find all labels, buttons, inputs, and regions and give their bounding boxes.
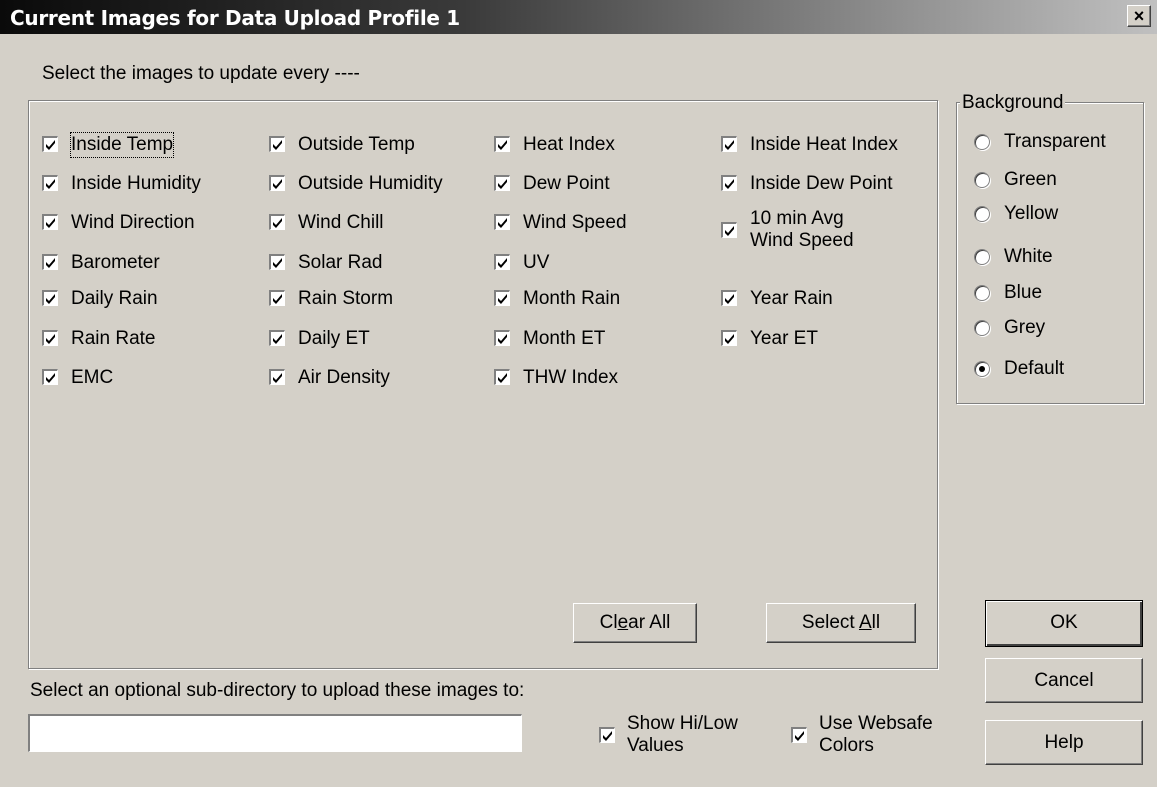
- checkbox-wind-speed[interactable]: Wind Speed: [494, 211, 627, 235]
- check-icon: [42, 214, 58, 230]
- cancel-button[interactable]: Cancel: [985, 658, 1143, 703]
- radio-circle-icon: [974, 285, 990, 301]
- radio-grey[interactable]: Grey: [974, 315, 1045, 341]
- clear-all-button[interactable]: Clear All: [573, 603, 697, 643]
- check-icon: [494, 254, 510, 270]
- checkbox-show-hilow-values[interactable]: Show Hi/Low Values: [599, 712, 738, 758]
- checkbox-daily-et[interactable]: Daily ET: [269, 327, 370, 351]
- radio-green[interactable]: Green: [974, 167, 1057, 193]
- checkbox-10min-avg-wind-speed[interactable]: 10 min Avg Wind Speed: [721, 207, 854, 253]
- checkbox-rain-rate[interactable]: Rain Rate: [42, 327, 156, 351]
- check-icon: [494, 136, 510, 152]
- checkbox-solar-rad[interactable]: Solar Rad: [269, 251, 383, 275]
- ok-button[interactable]: OK: [985, 600, 1143, 647]
- checkbox-wind-direction[interactable]: Wind Direction: [42, 211, 195, 235]
- checkbox-month-et[interactable]: Month ET: [494, 327, 605, 351]
- select-all-button[interactable]: Select All: [766, 603, 916, 643]
- check-icon: [721, 136, 737, 152]
- check-icon: [494, 290, 510, 306]
- checkbox-year-et[interactable]: Year ET: [721, 327, 818, 351]
- subdirectory-input[interactable]: [28, 714, 522, 752]
- checkbox-thw-index[interactable]: THW Index: [494, 366, 618, 390]
- checkbox-year-rain[interactable]: Year Rain: [721, 287, 833, 311]
- checkbox-outside-temp[interactable]: Outside Temp: [269, 133, 415, 157]
- check-icon: [269, 254, 285, 270]
- checkbox-daily-rain[interactable]: Daily Rain: [42, 287, 158, 311]
- check-icon: [269, 175, 285, 191]
- close-icon: ×: [1133, 6, 1145, 26]
- radio-blue[interactable]: Blue: [974, 280, 1042, 306]
- check-icon: [269, 136, 285, 152]
- checkbox-outside-humidity[interactable]: Outside Humidity: [269, 172, 443, 196]
- checkbox-inside-dew-point[interactable]: Inside Dew Point: [721, 172, 893, 196]
- help-button[interactable]: Help: [985, 720, 1143, 765]
- check-icon: [269, 369, 285, 385]
- checkbox-month-rain[interactable]: Month Rain: [494, 287, 620, 311]
- checkbox-dew-point[interactable]: Dew Point: [494, 172, 610, 196]
- radio-circle-icon: [974, 172, 990, 188]
- check-icon: [42, 290, 58, 306]
- check-icon: [721, 290, 737, 306]
- check-icon: [599, 727, 615, 743]
- checkbox-emc[interactable]: EMC: [42, 366, 113, 390]
- radio-circle-icon: [974, 320, 990, 336]
- check-icon: [721, 330, 737, 346]
- checkbox-barometer[interactable]: Barometer: [42, 251, 160, 275]
- radio-yellow[interactable]: Yellow: [974, 201, 1058, 227]
- check-icon: [269, 290, 285, 306]
- background-legend: Background: [960, 92, 1066, 114]
- checkbox-wind-chill[interactable]: Wind Chill: [269, 211, 384, 235]
- title-bar: Current Images for Data Upload Profile 1…: [0, 0, 1157, 34]
- radio-circle-icon: [974, 249, 990, 265]
- check-icon: [42, 330, 58, 346]
- window-title: Current Images for Data Upload Profile 1: [10, 6, 460, 30]
- checkbox-use-websafe-colors[interactable]: Use Websafe Colors: [791, 712, 933, 758]
- radio-circle-icon: [974, 134, 990, 150]
- radio-default[interactable]: Default: [974, 356, 1064, 382]
- checkbox-uv[interactable]: UV: [494, 251, 549, 275]
- check-icon: [494, 369, 510, 385]
- instructions-label: Select the images to update every ----: [42, 63, 360, 84]
- check-icon: [721, 222, 737, 238]
- checkbox-inside-temp[interactable]: Inside Temp: [42, 132, 175, 158]
- check-icon: [791, 727, 807, 743]
- checkbox-rain-storm[interactable]: Rain Storm: [269, 287, 393, 311]
- check-icon: [42, 369, 58, 385]
- radio-circle-icon: [974, 206, 990, 222]
- check-icon: [494, 175, 510, 191]
- check-icon: [42, 175, 58, 191]
- check-icon: [269, 214, 285, 230]
- check-icon: [494, 330, 510, 346]
- check-icon: [42, 254, 58, 270]
- radio-selected-icon: [974, 361, 990, 377]
- close-button[interactable]: ×: [1127, 5, 1151, 27]
- check-icon: [494, 214, 510, 230]
- radio-transparent[interactable]: Transparent: [974, 129, 1106, 155]
- check-icon: [269, 330, 285, 346]
- checkbox-heat-index[interactable]: Heat Index: [494, 133, 615, 157]
- checkbox-inside-humidity[interactable]: Inside Humidity: [42, 172, 201, 196]
- radio-white[interactable]: White: [974, 244, 1053, 270]
- checkbox-air-density[interactable]: Air Density: [269, 366, 390, 390]
- subdirectory-label: Select an optional sub-directory to uplo…: [30, 680, 525, 701]
- check-icon: [721, 175, 737, 191]
- checkbox-inside-heat-index[interactable]: Inside Heat Index: [721, 133, 898, 157]
- check-icon: [42, 136, 58, 152]
